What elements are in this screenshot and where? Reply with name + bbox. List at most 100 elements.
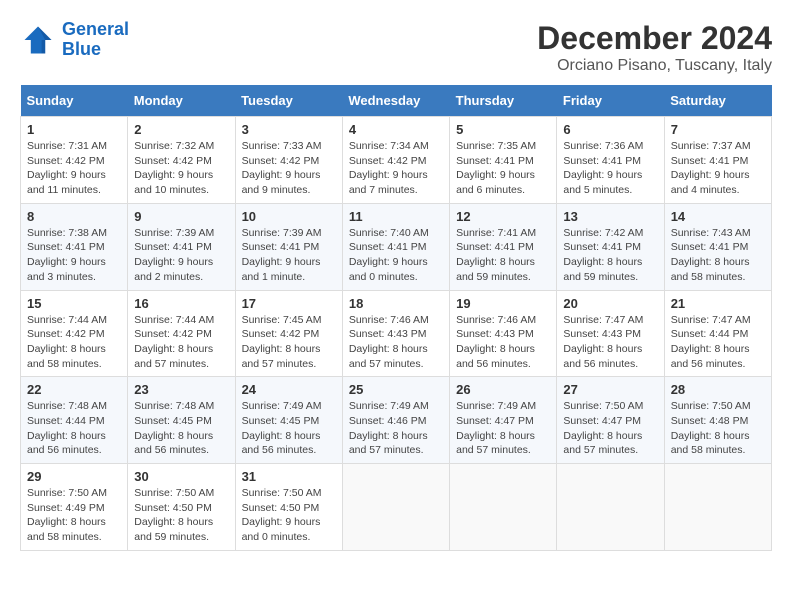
day-number: 23 bbox=[134, 382, 228, 397]
table-cell: 8 Sunrise: 7:38 AM Sunset: 4:41 PM Dayli… bbox=[21, 203, 128, 290]
title-section: December 2024 Orciano Pisano, Tuscany, I… bbox=[537, 20, 772, 75]
day-number: 14 bbox=[671, 209, 765, 224]
cell-info: Sunrise: 7:33 AM Sunset: 4:42 PM Dayligh… bbox=[242, 139, 336, 198]
day-number: 4 bbox=[349, 122, 443, 137]
day-number: 5 bbox=[456, 122, 550, 137]
col-sunday: Sunday bbox=[21, 85, 128, 117]
cell-info: Sunrise: 7:47 AM Sunset: 4:44 PM Dayligh… bbox=[671, 313, 765, 372]
table-cell: 10 Sunrise: 7:39 AM Sunset: 4:41 PM Dayl… bbox=[235, 203, 342, 290]
table-cell: 25 Sunrise: 7:49 AM Sunset: 4:46 PM Dayl… bbox=[342, 377, 449, 464]
cell-info: Sunrise: 7:38 AM Sunset: 4:41 PM Dayligh… bbox=[27, 226, 121, 285]
day-number: 30 bbox=[134, 469, 228, 484]
col-tuesday: Tuesday bbox=[235, 85, 342, 117]
cell-info: Sunrise: 7:32 AM Sunset: 4:42 PM Dayligh… bbox=[134, 139, 228, 198]
day-number: 15 bbox=[27, 296, 121, 311]
cell-info: Sunrise: 7:44 AM Sunset: 4:42 PM Dayligh… bbox=[134, 313, 228, 372]
day-number: 3 bbox=[242, 122, 336, 137]
table-cell: 7 Sunrise: 7:37 AM Sunset: 4:41 PM Dayli… bbox=[664, 117, 771, 204]
table-cell: 16 Sunrise: 7:44 AM Sunset: 4:42 PM Dayl… bbox=[128, 290, 235, 377]
page-header: General Blue December 2024 Orciano Pisan… bbox=[20, 20, 772, 75]
day-number: 13 bbox=[563, 209, 657, 224]
day-number: 19 bbox=[456, 296, 550, 311]
cell-info: Sunrise: 7:49 AM Sunset: 4:45 PM Dayligh… bbox=[242, 399, 336, 458]
col-friday: Friday bbox=[557, 85, 664, 117]
table-cell: 21 Sunrise: 7:47 AM Sunset: 4:44 PM Dayl… bbox=[664, 290, 771, 377]
table-cell: 2 Sunrise: 7:32 AM Sunset: 4:42 PM Dayli… bbox=[128, 117, 235, 204]
table-cell bbox=[342, 464, 449, 551]
table-cell: 18 Sunrise: 7:46 AM Sunset: 4:43 PM Dayl… bbox=[342, 290, 449, 377]
day-number: 9 bbox=[134, 209, 228, 224]
cell-info: Sunrise: 7:50 AM Sunset: 4:47 PM Dayligh… bbox=[563, 399, 657, 458]
cell-info: Sunrise: 7:46 AM Sunset: 4:43 PM Dayligh… bbox=[456, 313, 550, 372]
logo: General Blue bbox=[20, 20, 129, 60]
calendar-row: 29 Sunrise: 7:50 AM Sunset: 4:49 PM Dayl… bbox=[21, 464, 772, 551]
table-cell: 22 Sunrise: 7:48 AM Sunset: 4:44 PM Dayl… bbox=[21, 377, 128, 464]
table-cell: 31 Sunrise: 7:50 AM Sunset: 4:50 PM Dayl… bbox=[235, 464, 342, 551]
cell-info: Sunrise: 7:45 AM Sunset: 4:42 PM Dayligh… bbox=[242, 313, 336, 372]
cell-info: Sunrise: 7:49 AM Sunset: 4:47 PM Dayligh… bbox=[456, 399, 550, 458]
day-number: 29 bbox=[27, 469, 121, 484]
col-wednesday: Wednesday bbox=[342, 85, 449, 117]
header-row: Sunday Monday Tuesday Wednesday Thursday… bbox=[21, 85, 772, 117]
table-cell: 23 Sunrise: 7:48 AM Sunset: 4:45 PM Dayl… bbox=[128, 377, 235, 464]
day-number: 25 bbox=[349, 382, 443, 397]
cell-info: Sunrise: 7:48 AM Sunset: 4:45 PM Dayligh… bbox=[134, 399, 228, 458]
location: Orciano Pisano, Tuscany, Italy bbox=[537, 57, 772, 75]
cell-info: Sunrise: 7:39 AM Sunset: 4:41 PM Dayligh… bbox=[242, 226, 336, 285]
table-cell: 12 Sunrise: 7:41 AM Sunset: 4:41 PM Dayl… bbox=[450, 203, 557, 290]
day-number: 8 bbox=[27, 209, 121, 224]
table-cell: 14 Sunrise: 7:43 AM Sunset: 4:41 PM Dayl… bbox=[664, 203, 771, 290]
day-number: 20 bbox=[563, 296, 657, 311]
table-cell: 1 Sunrise: 7:31 AM Sunset: 4:42 PM Dayli… bbox=[21, 117, 128, 204]
day-number: 22 bbox=[27, 382, 121, 397]
day-number: 10 bbox=[242, 209, 336, 224]
cell-info: Sunrise: 7:35 AM Sunset: 4:41 PM Dayligh… bbox=[456, 139, 550, 198]
day-number: 12 bbox=[456, 209, 550, 224]
day-number: 24 bbox=[242, 382, 336, 397]
calendar-row: 8 Sunrise: 7:38 AM Sunset: 4:41 PM Dayli… bbox=[21, 203, 772, 290]
col-monday: Monday bbox=[128, 85, 235, 117]
day-number: 17 bbox=[242, 296, 336, 311]
day-number: 31 bbox=[242, 469, 336, 484]
cell-info: Sunrise: 7:39 AM Sunset: 4:41 PM Dayligh… bbox=[134, 226, 228, 285]
cell-info: Sunrise: 7:31 AM Sunset: 4:42 PM Dayligh… bbox=[27, 139, 121, 198]
table-cell: 15 Sunrise: 7:44 AM Sunset: 4:42 PM Dayl… bbox=[21, 290, 128, 377]
table-cell: 11 Sunrise: 7:40 AM Sunset: 4:41 PM Dayl… bbox=[342, 203, 449, 290]
table-cell: 13 Sunrise: 7:42 AM Sunset: 4:41 PM Dayl… bbox=[557, 203, 664, 290]
day-number: 16 bbox=[134, 296, 228, 311]
table-cell: 29 Sunrise: 7:50 AM Sunset: 4:49 PM Dayl… bbox=[21, 464, 128, 551]
cell-info: Sunrise: 7:50 AM Sunset: 4:50 PM Dayligh… bbox=[242, 486, 336, 545]
day-number: 27 bbox=[563, 382, 657, 397]
cell-info: Sunrise: 7:41 AM Sunset: 4:41 PM Dayligh… bbox=[456, 226, 550, 285]
table-cell: 9 Sunrise: 7:39 AM Sunset: 4:41 PM Dayli… bbox=[128, 203, 235, 290]
calendar-row: 22 Sunrise: 7:48 AM Sunset: 4:44 PM Dayl… bbox=[21, 377, 772, 464]
table-cell: 19 Sunrise: 7:46 AM Sunset: 4:43 PM Dayl… bbox=[450, 290, 557, 377]
cell-info: Sunrise: 7:49 AM Sunset: 4:46 PM Dayligh… bbox=[349, 399, 443, 458]
day-number: 2 bbox=[134, 122, 228, 137]
table-cell: 27 Sunrise: 7:50 AM Sunset: 4:47 PM Dayl… bbox=[557, 377, 664, 464]
day-number: 6 bbox=[563, 122, 657, 137]
cell-info: Sunrise: 7:48 AM Sunset: 4:44 PM Dayligh… bbox=[27, 399, 121, 458]
cell-info: Sunrise: 7:34 AM Sunset: 4:42 PM Dayligh… bbox=[349, 139, 443, 198]
table-cell: 26 Sunrise: 7:49 AM Sunset: 4:47 PM Dayl… bbox=[450, 377, 557, 464]
table-cell bbox=[664, 464, 771, 551]
logo-icon bbox=[20, 22, 56, 58]
cell-info: Sunrise: 7:50 AM Sunset: 4:49 PM Dayligh… bbox=[27, 486, 121, 545]
table-cell: 24 Sunrise: 7:49 AM Sunset: 4:45 PM Dayl… bbox=[235, 377, 342, 464]
day-number: 1 bbox=[27, 122, 121, 137]
cell-info: Sunrise: 7:42 AM Sunset: 4:41 PM Dayligh… bbox=[563, 226, 657, 285]
calendar-row: 15 Sunrise: 7:44 AM Sunset: 4:42 PM Dayl… bbox=[21, 290, 772, 377]
day-number: 28 bbox=[671, 382, 765, 397]
day-number: 18 bbox=[349, 296, 443, 311]
logo-text: General Blue bbox=[62, 20, 129, 60]
table-cell: 17 Sunrise: 7:45 AM Sunset: 4:42 PM Dayl… bbox=[235, 290, 342, 377]
month-title: December 2024 bbox=[537, 20, 772, 57]
cell-info: Sunrise: 7:46 AM Sunset: 4:43 PM Dayligh… bbox=[349, 313, 443, 372]
cell-info: Sunrise: 7:37 AM Sunset: 4:41 PM Dayligh… bbox=[671, 139, 765, 198]
day-number: 7 bbox=[671, 122, 765, 137]
table-cell: 4 Sunrise: 7:34 AM Sunset: 4:42 PM Dayli… bbox=[342, 117, 449, 204]
calendar-row: 1 Sunrise: 7:31 AM Sunset: 4:42 PM Dayli… bbox=[21, 117, 772, 204]
day-number: 21 bbox=[671, 296, 765, 311]
table-cell: 6 Sunrise: 7:36 AM Sunset: 4:41 PM Dayli… bbox=[557, 117, 664, 204]
col-saturday: Saturday bbox=[664, 85, 771, 117]
